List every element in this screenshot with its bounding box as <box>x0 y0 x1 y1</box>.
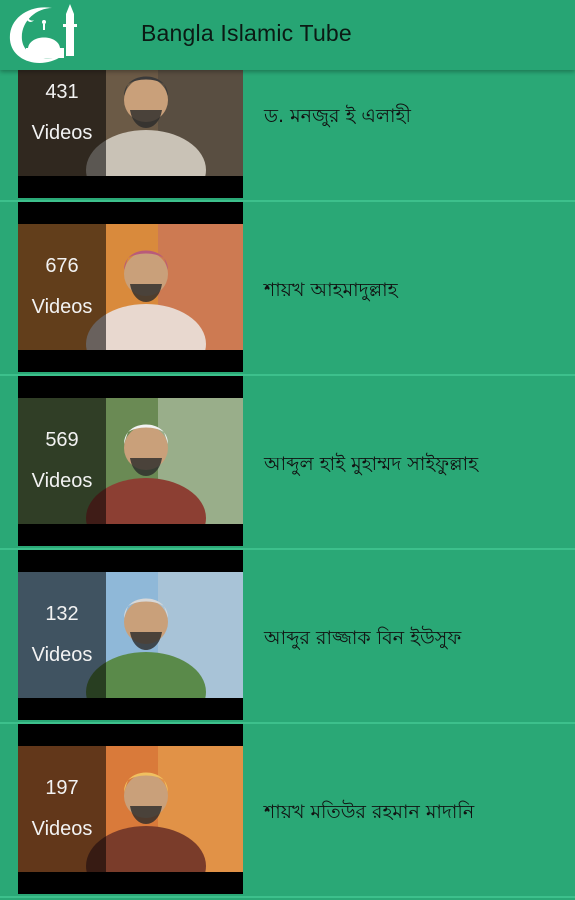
playlist-thumbnail[interactable]: 676 Videos <box>18 202 243 372</box>
video-count-overlay: 197 Videos <box>18 724 106 894</box>
video-count-label: Videos <box>31 470 93 492</box>
app-title: Bangla Islamic Tube <box>141 20 352 46</box>
mosque-logo-icon[interactable] <box>0 0 96 66</box>
video-count-label: Videos <box>31 644 93 666</box>
playlist-row[interactable]: 569 Videos আব্দুল হাই মুহাম্মদ সাইফুল্লাহ <box>0 376 575 550</box>
video-count: 132 <box>45 603 79 625</box>
video-count: 197 <box>45 777 79 799</box>
video-count-overlay: 132 Videos <box>18 550 106 720</box>
playlist-row[interactable]: 132 Videos আব্দুর রাজ্জাক বিন ইউসুফ <box>0 550 575 724</box>
playlist-thumbnail[interactable]: 132 Videos <box>18 550 243 720</box>
playlist-thumbnail[interactable]: 569 Videos <box>18 376 243 546</box>
speaker-name[interactable]: ড. মনজুর ই এলাহী <box>264 102 411 134</box>
speaker-name[interactable]: শায়খ মতিউর রহমান মাদানি <box>264 798 474 830</box>
app-bar: Bangla Islamic Tube <box>0 0 575 70</box>
playlist-thumbnail[interactable]: 197 Videos <box>18 724 243 894</box>
playlist-list[interactable]: 431 Videos ড. মনজুর ই এলাহী 676 Videos শায়খ … <box>0 28 575 898</box>
speaker-name[interactable]: আব্দুল হাই মুহাম্মদ সাইফুল্লাহ <box>264 450 478 482</box>
video-count-label: Videos <box>31 296 93 318</box>
video-count-overlay: 676 Videos <box>18 202 106 372</box>
video-count: 676 <box>45 255 79 277</box>
playlist-row[interactable]: 676 Videos শায়খ আহমাদুল্লাহ <box>0 202 575 376</box>
speaker-name[interactable]: আব্দুর রাজ্জাক বিন ইউসুফ <box>264 624 461 656</box>
speaker-name[interactable]: শায়খ আহমাদুল্লাহ <box>264 276 398 308</box>
video-count: 569 <box>45 429 79 451</box>
video-count-label: Videos <box>31 818 93 840</box>
video-count-overlay: 569 Videos <box>18 376 106 546</box>
video-count: 431 <box>45 81 79 103</box>
app-screen: Bangla Islamic Tube 431 Videos ড. মনজুর ই … <box>0 0 575 900</box>
video-count-label: Videos <box>31 122 93 144</box>
playlist-row[interactable]: 197 Videos শায়খ মতিউর রহমান মাদানি <box>0 724 575 898</box>
